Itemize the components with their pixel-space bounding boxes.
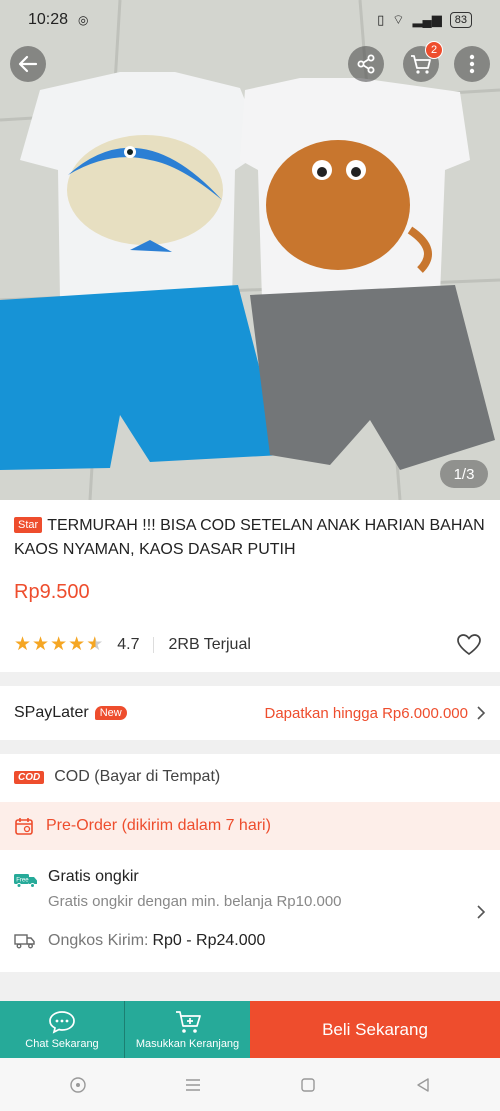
product-info: Star TERMURAH !!! BISA COD SETELAN ANAK H… (0, 500, 500, 672)
status-bar: 10:28 ◎ ▯ ⌔ ▂▄▆ 83 (0, 0, 500, 40)
shipping-section: COD COD (Bayar di Tempat) Pre-Order (dik… (0, 754, 500, 972)
star-half-icon: ★ (86, 634, 104, 655)
free-shipping-icon: Free (14, 874, 37, 888)
more-vertical-icon (469, 54, 475, 74)
back-nav-icon[interactable] (414, 1076, 432, 1094)
free-icon-text: Free (16, 877, 29, 883)
truck-icon (14, 934, 35, 949)
new-badge: New (94, 706, 127, 720)
spaylater-row[interactable]: SPayLater New Dapatkan hingga Rp6.000.00… (0, 686, 500, 740)
chevron-right-icon (477, 706, 486, 720)
add-to-cart-label: Masukkan Keranjang (135, 1038, 240, 1050)
vibrate-icon: ▯ (377, 12, 385, 27)
menu-icon[interactable] (184, 1077, 202, 1093)
sold-count: 2RB Terjual (168, 636, 251, 653)
status-time: 10:28 (28, 11, 69, 28)
add-cart-icon (175, 1011, 201, 1033)
shipping-cost-row: Ongkos Kirim: Rp0 - Rp24.000 (14, 932, 265, 950)
cod-icon: COD (14, 770, 45, 784)
product-price: Rp9.500 (14, 581, 90, 603)
star-seller-tag: Star (14, 517, 43, 533)
signal-icon: ▂▄▆ (412, 12, 442, 27)
preorder-row: Pre-Order (dikirim dalam 7 hari) (0, 802, 500, 850)
battery-icon: 83 (449, 12, 472, 28)
product-title: Star TERMURAH !!! BISA COD SETELAN ANAK H… (14, 514, 486, 562)
wifi-icon: ⌔ (392, 12, 405, 27)
star-icon: ★ (50, 634, 68, 655)
assistant-icon[interactable] (69, 1076, 87, 1094)
free-shipping-subtitle: Gratis ongkir dengan min. belanja Rp10.0… (48, 893, 342, 910)
star-icon: ★ (32, 634, 50, 655)
more-options-button[interactable] (454, 46, 490, 82)
spaylater-label: SPayLater (14, 704, 89, 721)
add-to-cart-button[interactable]: Masukkan Keranjang (125, 1001, 250, 1058)
star-icon: ★ (14, 634, 32, 655)
divider (153, 637, 155, 653)
rating-value: 4.7 (117, 636, 140, 653)
product-image-carousel[interactable]: 10:28 ◎ ▯ ⌔ ▂▄▆ 83 2 1/3 (0, 0, 500, 500)
rating-stars: ★ ★ ★ ★ ★ (14, 635, 103, 655)
buy-now-button[interactable]: Beli Sekarang (250, 1001, 500, 1058)
cod-label: COD (Bayar di Tempat) (54, 768, 221, 785)
heart-icon[interactable] (456, 633, 482, 657)
rating-row: ★ ★ ★ ★ ★ 4.7 2RB Terjual (14, 632, 486, 658)
spaylater-offer: Dapatkan hingga Rp6.000.000 (264, 704, 469, 722)
preorder-label: Pre-Order (dikirim dalam 7 hari) (46, 817, 271, 834)
arrow-left-icon (18, 55, 38, 73)
product-title-text: TERMURAH !!! BISA COD SETELAN ANAK HARIA… (14, 517, 485, 558)
back-button[interactable] (10, 46, 46, 82)
cart-button[interactable]: 2 (403, 41, 443, 82)
instagram-icon: ◎ (78, 13, 89, 27)
system-nav-bar (0, 1058, 500, 1111)
shipping-cost-label: Ongkos Kirim: (48, 932, 149, 949)
free-shipping-title: Gratis ongkir (48, 868, 139, 885)
shipping-cost-value: Rp0 - Rp24.000 (152, 932, 266, 949)
calendar-icon (15, 818, 33, 835)
share-icon (357, 54, 375, 74)
share-button[interactable] (348, 46, 384, 82)
cart-count-badge: 2 (425, 41, 443, 59)
image-counter: 1/3 (440, 460, 488, 488)
cod-row: COD COD (Bayar di Tempat) (0, 754, 500, 800)
chat-label: Chat Sekarang (25, 1038, 99, 1050)
chevron-right-icon[interactable] (476, 904, 486, 920)
chat-button[interactable]: Chat Sekarang (0, 1001, 125, 1058)
home-icon[interactable] (299, 1076, 317, 1094)
chat-icon (49, 1011, 75, 1034)
action-bar: Chat Sekarang Masukkan Keranjang Beli Se… (0, 1001, 500, 1058)
star-icon: ★ (68, 634, 86, 655)
